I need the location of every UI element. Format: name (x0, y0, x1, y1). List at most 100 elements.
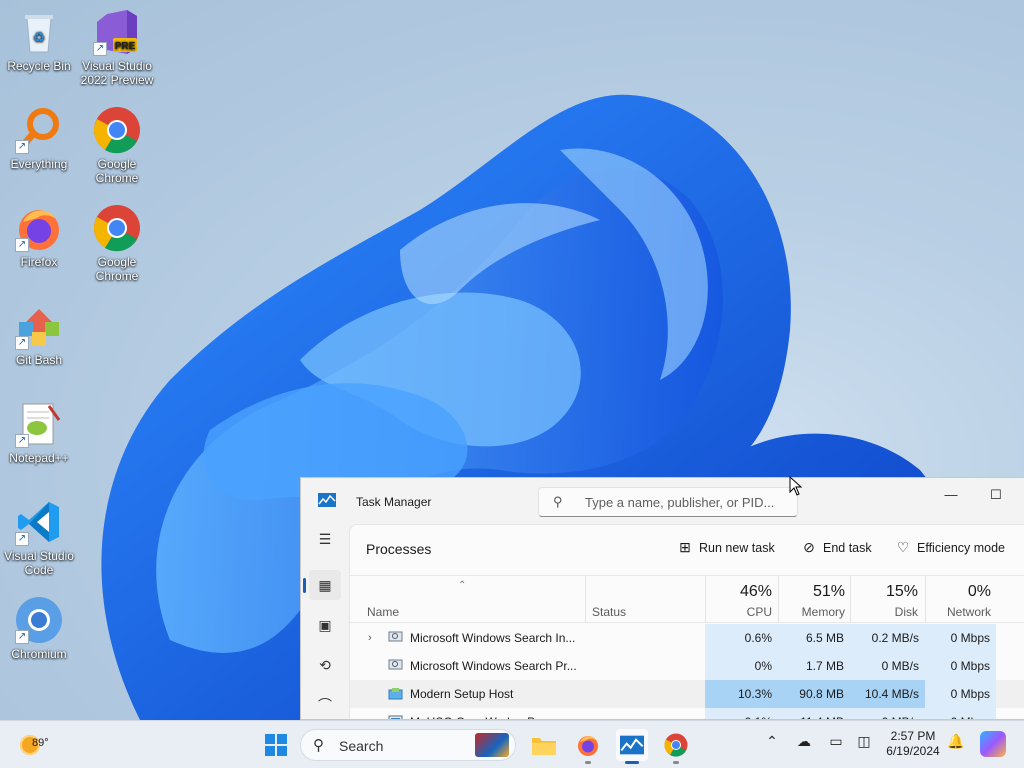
desktop-icon-visual-studio-preview[interactable]: PRE ↗ Visual Studio 2022 Preview (78, 8, 156, 87)
performance-nav-icon[interactable]: ▣ (309, 610, 341, 640)
search-input[interactable]: ⚲ Type a name, publisher, or PID... (538, 487, 798, 517)
process-name: Modern Setup Host (410, 687, 514, 701)
app-history-nav-icon[interactable]: ⟲ (309, 650, 341, 680)
efficiency-mode-button[interactable]: ♡ Efficiency mode (894, 539, 1005, 556)
desktop-icon-recycle-bin[interactable]: ♻ Recycle Bin (0, 8, 78, 73)
desktop-icon-label: Google Chrome (95, 255, 139, 283)
processes-nav-icon[interactable]: ▦ (303, 570, 341, 600)
network-total-percent[interactable]: 0% (925, 583, 991, 601)
shortcut-arrow-icon: ↗ (15, 434, 29, 448)
sort-ascending-icon: ⌃ (458, 580, 467, 591)
setup-host-icon (388, 687, 403, 700)
end-task-icon: ⊘ (803, 539, 815, 555)
desktop-icon-everything[interactable]: ↗ Everything (0, 106, 78, 171)
expand-chevron-icon[interactable]: › (368, 624, 372, 652)
chrome-taskbar-button[interactable] (660, 729, 692, 764)
desktop-icon-label: Everything (10, 157, 68, 171)
startup-apps-nav-icon[interactable]: ⌒ (309, 690, 341, 719)
firefox-icon: ↗ (15, 204, 63, 252)
system-clock[interactable]: 2:57 PM 6/19/2024 (880, 729, 946, 759)
chrome-icon (93, 204, 141, 252)
disk-cell: 0.2 MB/s (850, 624, 925, 652)
task-manager-taskbar-button[interactable] (616, 729, 648, 764)
folder-icon (531, 738, 557, 760)
notification-bell-icon[interactable]: 🔔 (944, 733, 968, 750)
taskbar: 89° ⚲ Search ⌃ ☁ ▭ ◫ 2:57 PM 6/19/2024 🔔 (0, 720, 1024, 768)
notepad-plus-plus-icon: ↗ (15, 400, 63, 448)
display-icon[interactable]: ▭ (824, 733, 848, 750)
memory-total-percent[interactable]: 51% (778, 583, 845, 601)
shortcut-arrow-icon: ↗ (15, 238, 29, 252)
navigation-sidebar: ☰ ▦ ▣ ⟲ ⌒ (301, 524, 349, 719)
chrome-icon (664, 733, 688, 761)
memory-column-header[interactable]: Memory (778, 605, 845, 619)
start-button[interactable] (260, 729, 292, 761)
column-header-row (350, 575, 1024, 623)
desktop-icon-label: Notepad++ (9, 451, 69, 465)
camera-icon[interactable]: ◫ (852, 733, 876, 750)
table-row[interactable]: › Microsoft Windows Search In... 0.6% 6.… (350, 624, 1024, 652)
recycle-bin-icon: ♻ (15, 8, 63, 56)
maximize-button[interactable]: ☐ (981, 484, 1011, 506)
desktop-icon-git-bash[interactable]: ↗ Git Bash (0, 302, 78, 367)
network-cell: 0 Mbps (925, 680, 996, 708)
disk-cell: 0 MB/s (850, 652, 925, 680)
memory-cell: 6.5 MB (778, 624, 850, 652)
copilot-preview-icon[interactable] (980, 731, 1006, 757)
disk-total-percent[interactable]: 15% (850, 583, 918, 601)
process-name: MoUSO Core Worker Process (410, 708, 580, 719)
end-task-button[interactable]: ⊘ End task (800, 539, 872, 556)
desktop-icon-google-chrome-1[interactable]: Google Chrome (78, 106, 156, 185)
run-new-task-button[interactable]: ⊞ Run new task (676, 539, 775, 556)
cpu-column-header[interactable]: CPU (705, 605, 772, 619)
onedrive-offline-icon[interactable]: ☁ (792, 733, 816, 750)
weather-widget[interactable]: 89° (14, 729, 74, 761)
cpu-cell: 0.1% (705, 708, 778, 719)
everything-search-icon: ↗ (15, 106, 63, 154)
file-explorer-button[interactable] (528, 729, 560, 761)
run-new-task-icon: ⊞ (679, 539, 691, 555)
disk-column-header[interactable]: Disk (850, 605, 918, 619)
desktop-icon-google-chrome-2[interactable]: Google Chrome (78, 204, 156, 283)
desktop-icon-chromium[interactable]: ↗ Chromium (0, 596, 78, 661)
desktop-icon-notepad-plus-plus[interactable]: ↗ Notepad++ (0, 400, 78, 465)
hamburger-menu-icon[interactable]: ☰ (309, 524, 341, 554)
desktop-icon-label: Firefox (20, 255, 58, 269)
desktop-icon-firefox[interactable]: ↗ Firefox (0, 204, 78, 269)
table-row[interactable]: MoUSO Core Worker Process 0.1% 11.4 MB 0… (350, 708, 1024, 719)
desktop-icon-label: Recycle Bin (7, 59, 71, 73)
mouse-cursor-icon (789, 476, 803, 496)
table-row[interactable]: Microsoft Windows Search Pr... 0% 1.7 MB… (350, 652, 1024, 680)
windows-logo-icon (264, 734, 288, 761)
chevron-up-icon[interactable]: ⌃ (760, 733, 784, 750)
column-separator (585, 575, 586, 623)
disk-cell: 10.4 MB/s (850, 680, 925, 708)
name-column-header[interactable]: Name (367, 605, 399, 619)
search-placeholder: Type a name, publisher, or PID... (585, 495, 775, 510)
minimize-button[interactable]: — (936, 484, 966, 506)
firefox-taskbar-button[interactable] (572, 729, 604, 764)
cpu-total-percent[interactable]: 46% (705, 583, 772, 601)
efficiency-mode-icon: ♡ (896, 539, 910, 555)
taskbar-search-label: Search (339, 738, 384, 754)
vscode-icon: ↗ (15, 498, 63, 546)
shortcut-arrow-icon: ↗ (15, 336, 29, 350)
network-column-header[interactable]: Network (925, 605, 991, 619)
shortcut-arrow-icon: ↗ (93, 42, 107, 56)
status-column-header[interactable]: Status (592, 605, 626, 619)
desktop-icon-label: Google Chrome (95, 157, 139, 185)
search-process-icon (388, 659, 403, 672)
title-bar[interactable]: Task Manager ⚲ Type a name, publisher, o… (301, 478, 1024, 524)
git-bash-icon: ↗ (15, 302, 63, 350)
shortcut-arrow-icon: ↗ (15, 532, 29, 546)
task-manager-window[interactable]: Task Manager ⚲ Type a name, publisher, o… (300, 477, 1024, 720)
window-title: Task Manager (356, 495, 432, 509)
taskbar-search-box[interactable]: ⚲ Search (300, 729, 516, 761)
table-row[interactable]: Modern Setup Host 10.3% 90.8 MB 10.4 MB/… (350, 680, 1024, 708)
network-cell: 0 Mbps (925, 708, 996, 719)
cpu-cell: 10.3% (705, 680, 778, 708)
svg-text:♻: ♻ (33, 29, 46, 45)
page-title: Processes (366, 541, 432, 557)
desktop-icon-vscode[interactable]: ↗ Visual Studio Code (0, 498, 78, 577)
task-manager-app-icon (318, 493, 336, 512)
